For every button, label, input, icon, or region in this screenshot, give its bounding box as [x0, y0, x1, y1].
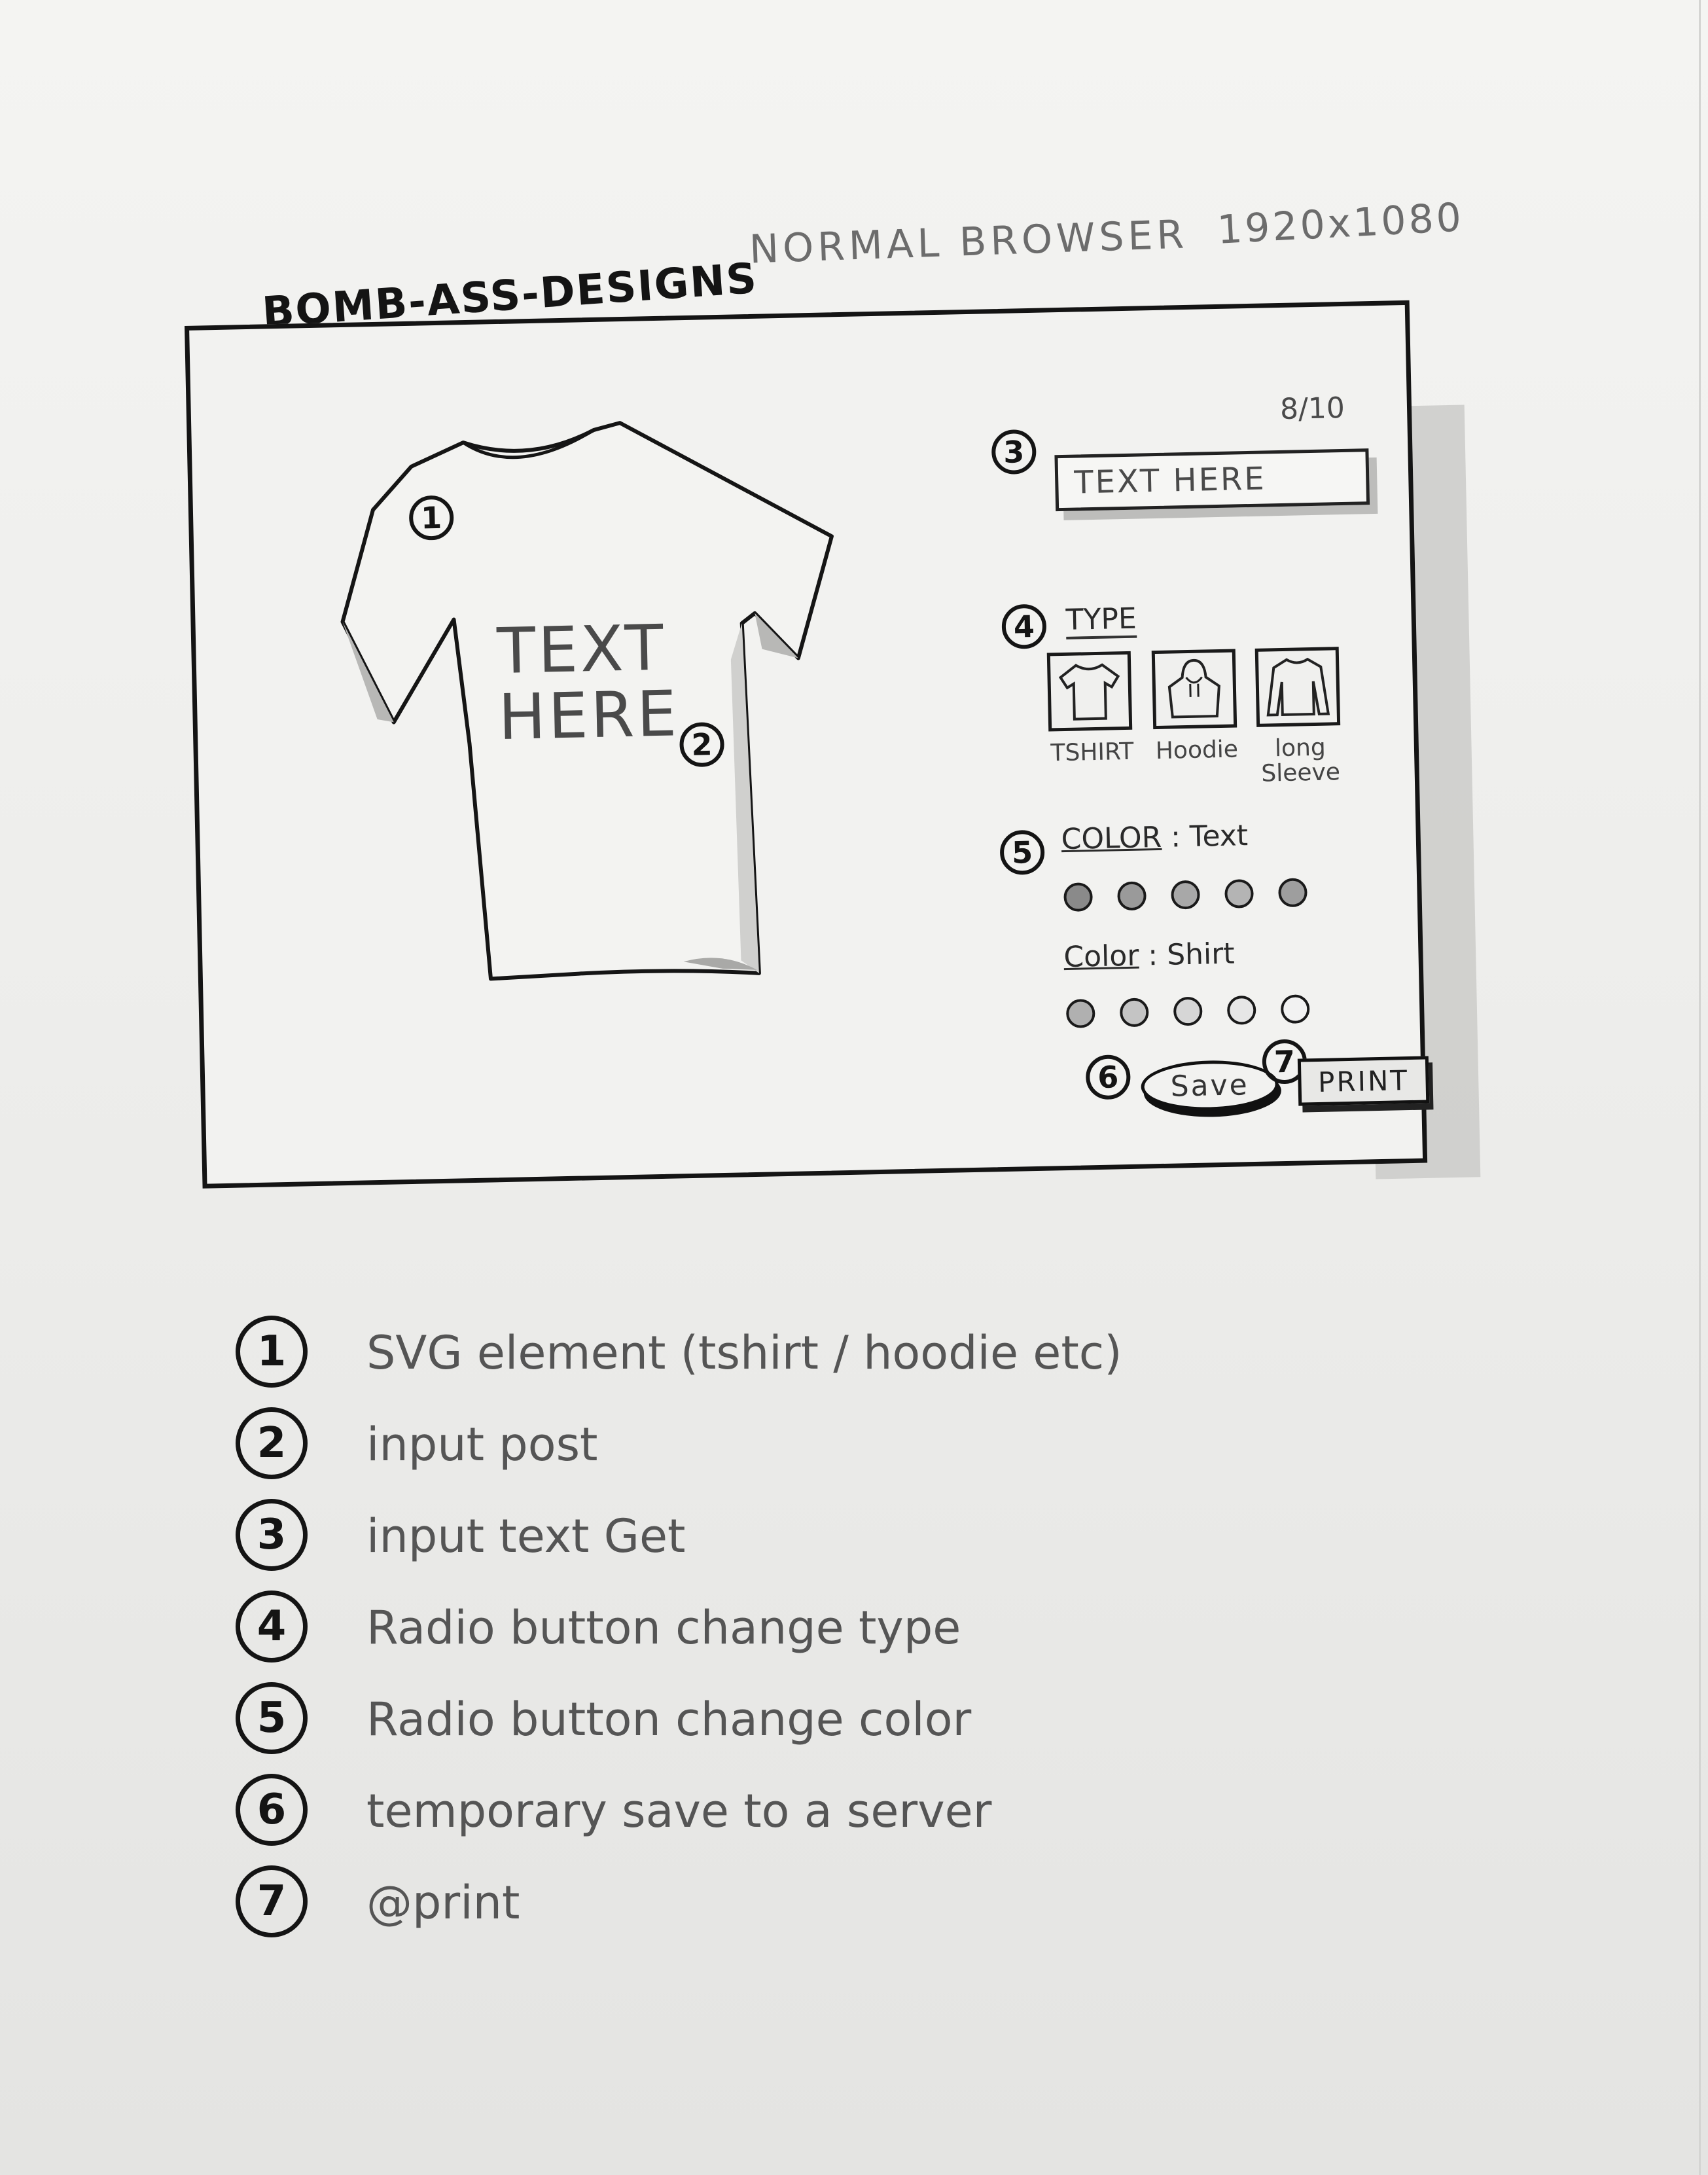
- color-shirt-label: Color : Shirt: [1063, 937, 1235, 974]
- legend-number-5: 5: [236, 1682, 308, 1754]
- type-option-long-sleeve[interactable]: [1254, 647, 1341, 727]
- type-option-tshirt[interactable]: [1046, 651, 1133, 732]
- save-button[interactable]: Save: [1140, 1059, 1279, 1112]
- color-text-label-main: COLOR: [1061, 820, 1162, 857]
- legend-number-7: 7: [236, 1865, 308, 1937]
- marker-5-badge: 5: [999, 829, 1045, 876]
- color-shirt-label-main: Color: [1063, 939, 1139, 975]
- legend-item-4: 4 Radio button change type: [236, 1591, 1414, 1682]
- shirt-color-swatch-3[interactable]: [1173, 996, 1203, 1026]
- legend-number-2: 2: [236, 1407, 308, 1479]
- shirt-color-swatch-5[interactable]: [1280, 994, 1310, 1024]
- legend-item-1: 1 SVG element (tshirt / hoodie etc): [236, 1316, 1414, 1407]
- char-counter: 8/10: [1279, 391, 1345, 426]
- hoodie-icon: [1167, 658, 1220, 719]
- legend-number-3: 3: [236, 1499, 308, 1571]
- legend-number-1: 1: [236, 1316, 308, 1388]
- text-color-swatch-1[interactable]: [1063, 882, 1094, 912]
- legend-number-4: 4: [236, 1591, 308, 1663]
- type-caption-long-sleeve: long Sleeve: [1260, 734, 1341, 787]
- marker-6-badge: 6: [1085, 1054, 1131, 1100]
- legend-item-3: 3 input text Get: [236, 1499, 1414, 1591]
- legend-text-2: input post: [366, 1418, 598, 1471]
- text-color-swatch-2[interactable]: [1117, 881, 1147, 911]
- color-text-label: COLOR : Text: [1061, 819, 1248, 856]
- browser-frame: 1 TEXT HERE 2 3 8/10 4 TYPE TSHIRT Hoodi…: [185, 300, 1430, 1189]
- marker-4-badge: 4: [1001, 603, 1047, 649]
- type-caption-hoodie: Hoodie: [1155, 736, 1239, 765]
- type-caption-tshirt: TSHIRT: [1050, 738, 1134, 767]
- shirt-color-swatch-1[interactable]: [1065, 999, 1095, 1029]
- color-shirt-label-suffix: : Shirt: [1147, 937, 1236, 973]
- type-option-hoodie[interactable]: [1151, 649, 1237, 730]
- shirt-text-input[interactable]: [1054, 448, 1370, 512]
- legend-text-5: Radio button change color: [366, 1693, 972, 1746]
- text-color-swatch-3[interactable]: [1171, 880, 1200, 910]
- legend-text-6: temporary save to a server: [366, 1784, 992, 1838]
- resolution-note: 1920x1080: [1216, 194, 1465, 253]
- shirt-color-swatch-2[interactable]: [1119, 998, 1149, 1028]
- type-label: TYPE: [1065, 602, 1137, 639]
- shirt-color-swatch-4[interactable]: [1226, 995, 1256, 1025]
- legend-number-6: 6: [236, 1774, 308, 1846]
- annotation-legend: 1 SVG element (tshirt / hoodie etc) 2 in…: [236, 1316, 1414, 1957]
- legend-item-6: 6 temporary save to a server: [236, 1774, 1414, 1865]
- legend-text-4: Radio button change type: [366, 1601, 961, 1655]
- shirt-text-line-2: HERE: [497, 677, 680, 754]
- text-color-swatch-4[interactable]: [1224, 878, 1254, 908]
- color-text-label-suffix: : Text: [1170, 819, 1249, 854]
- print-button[interactable]: PRINT: [1297, 1056, 1430, 1106]
- marker-3-badge: 3: [991, 429, 1037, 475]
- legend-item-7: 7 @print: [236, 1865, 1414, 1957]
- long-sleeve-icon: [1266, 657, 1330, 717]
- shirt-text-line-1: TEXT: [496, 611, 667, 689]
- paper-edge: [1699, 0, 1701, 2175]
- legend-item-2: 2 input post: [236, 1407, 1414, 1499]
- legend-text-3: input text Get: [366, 1509, 686, 1563]
- legend-text-1: SVG element (tshirt / hoodie etc): [366, 1326, 1122, 1380]
- legend-text-7: @print: [366, 1876, 520, 1930]
- shirt-text-preview[interactable]: TEXT HERE: [496, 611, 680, 754]
- text-color-swatch-5[interactable]: [1278, 878, 1308, 908]
- tshirt-icon: [1058, 663, 1120, 721]
- legend-item-5: 5 Radio button change color: [236, 1682, 1414, 1774]
